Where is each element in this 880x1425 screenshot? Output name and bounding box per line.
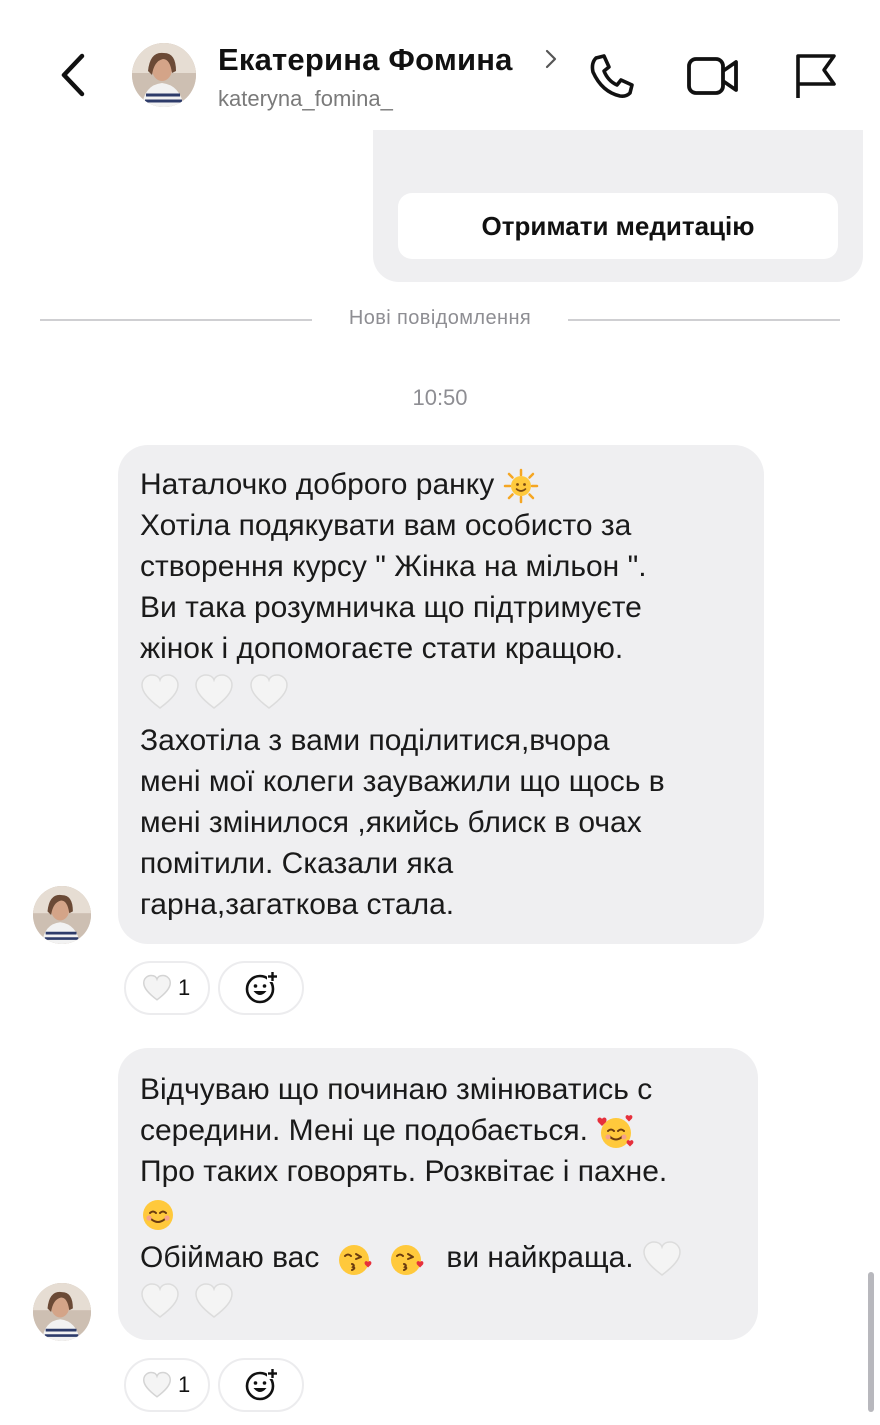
call-button[interactable] [586,50,638,102]
white-heart-icon [195,674,234,710]
message-line: ви найкраща. [446,1241,634,1274]
message-line: мені мої колеги зауважили що щось в [140,765,665,798]
sun-with-face-icon [503,468,538,504]
scrollbar[interactable] [868,1272,874,1412]
white-heart-icon [142,1371,172,1398]
message-line: гарна,загаткова стала. [140,888,455,921]
smiling-face-icon [143,1200,173,1231]
contact-avatar[interactable] [132,43,196,107]
heart-reaction-chip[interactable]: 1 [124,961,210,1015]
emoji-row [140,1194,176,1234]
add-reaction-button[interactable] [218,961,304,1015]
message-line: мені змінилося ,якийсь блиск в очах [140,806,642,839]
contact-name[interactable]: Екатерина Фомина [218,42,513,78]
reaction-count: 1 [178,975,191,1000]
chevron-right-icon[interactable] [541,46,561,72]
message-line: Про таких говорять. Розквітає і пахне. [140,1155,668,1188]
divider-line-right [568,319,840,321]
message-line: жінок і допомогаєте стати кращою. [140,632,624,665]
add-reaction-icon [245,1369,278,1401]
flag-icon [796,54,836,98]
report-button[interactable] [790,50,842,102]
heart-reaction-chip[interactable]: 1 [124,1358,210,1412]
message-line: Хотіла подякувати вам особисто за [140,509,632,542]
message-line: Обіймаю вас [140,1241,320,1274]
message-bubble[interactable]: Наталочко доброго ранку Хотіла подякуват… [118,445,764,944]
back-icon [61,53,85,97]
add-reaction-button[interactable] [218,1358,304,1412]
message-line: середини. Мені це подобається. [140,1114,588,1147]
add-reaction-icon [245,972,278,1004]
message-line: створення курсу " Жінка на мільон ". [140,550,647,583]
message-bubble[interactable]: Відчуваю що починаю змінюватись с середи… [118,1048,758,1340]
message-line: помітили. Сказали яка [140,847,454,880]
sender-avatar[interactable] [33,1283,91,1341]
message-line: Ви така розумничка що підтримуєте [140,591,642,624]
sender-avatar[interactable] [33,886,91,944]
smiling-face-with-hearts-icon [597,1115,634,1149]
white-heart-icon [142,974,172,1001]
message-line: Відчуваю що починаю змінюватись с [140,1073,653,1106]
face-blowing-kiss-icon [391,1245,424,1276]
message-line: Наталочко доброго ранку [140,468,495,501]
video-call-button[interactable] [686,50,738,102]
back-button[interactable] [52,50,96,100]
white-heart-icon [141,674,179,710]
white-heart-icon [249,674,288,710]
face-blowing-kiss-icon [338,1245,372,1276]
contact-username: kateryna_fomina_ [218,86,393,111]
video-camera-icon [687,57,738,95]
chat-header: Екатерина Фомина kateryna_fomina_ [0,0,880,130]
white-hearts-row [140,1280,234,1320]
message-timestamp: 10:50 [412,385,468,410]
white-hearts-row [140,671,289,711]
white-heart-icon [195,1283,234,1319]
divider-line-left [40,319,312,321]
white-heart-icon [141,1283,179,1319]
phone-icon [590,54,634,98]
message-line: Захотіла з вами поділитися,вчора [140,724,610,757]
get-meditation-button[interactable]: Отримати медитацію [398,193,838,259]
white-heart-icon [643,1241,681,1277]
reaction-count: 1 [178,1372,191,1397]
new-messages-divider: Нові повідомлення [348,307,532,329]
